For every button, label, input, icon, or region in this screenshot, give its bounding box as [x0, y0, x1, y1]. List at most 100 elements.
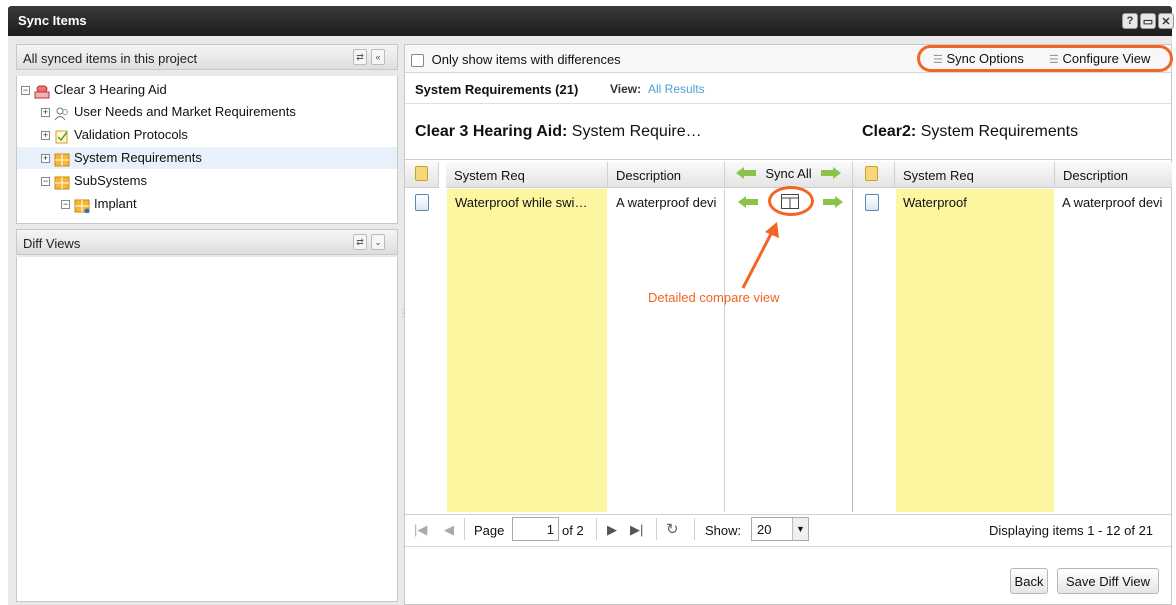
pager-divider	[656, 518, 657, 540]
collapse-icon[interactable]: −	[21, 86, 30, 96]
show-label: Show:	[705, 523, 742, 538]
only-diff-label: Only show items with differences	[431, 52, 621, 67]
diff-panel-header: Diff Views ⇄ ⌄	[16, 229, 398, 255]
chevron-down-icon[interactable]: ▼	[792, 518, 808, 540]
left-description-header[interactable]: Description	[608, 162, 725, 188]
tree-item-clear3[interactable]: − Clear 3 Hearing Aid	[21, 79, 167, 101]
tree-item-label: System Requirements	[74, 150, 202, 165]
close-icon[interactable]: ✕	[1158, 13, 1174, 29]
compare-view-icon[interactable]	[781, 194, 799, 212]
validation-icon	[54, 129, 70, 144]
tree-item-label: SubSystems	[74, 173, 147, 188]
left-select-header[interactable]	[405, 162, 439, 188]
select-all-icon	[865, 166, 878, 181]
expand-icon[interactable]: +	[41, 154, 50, 164]
pager-divider	[694, 518, 695, 540]
list-icon: ☰	[933, 54, 943, 66]
left-desc-cell[interactable]: A waterproof devi	[616, 195, 722, 210]
tree-item-label: Validation Protocols	[74, 127, 188, 142]
back-button[interactable]: Back	[1010, 568, 1048, 594]
next-page-icon[interactable]: ▶	[607, 522, 617, 538]
select-all-icon	[415, 166, 428, 181]
collapse-left-icon[interactable]: «	[371, 49, 385, 65]
pager-divider	[464, 518, 465, 540]
tree-item-label: User Needs and Market Requirements	[74, 104, 296, 119]
right-document-icon[interactable]	[865, 194, 879, 211]
configure-view-button[interactable]: ☰ Configure View	[1049, 51, 1150, 66]
sync-all-header[interactable]: Sync All	[725, 162, 853, 188]
right-desc-cell[interactable]: A waterproof devi	[1062, 195, 1172, 210]
sync-options-button[interactable]: ☰ Sync Options	[933, 51, 1024, 66]
refresh-icon[interactable]: ⇄	[353, 234, 367, 250]
annotation-arrow	[735, 222, 785, 295]
collapse-icon[interactable]: −	[41, 177, 50, 187]
expand-icon[interactable]: +	[41, 108, 50, 118]
left-project-name: Clear 3 Hearing Aid:	[415, 123, 568, 140]
displaying-status: Displaying items 1 - 12 of 21	[989, 523, 1154, 538]
user-needs-icon	[54, 106, 70, 120]
column-divider	[724, 189, 725, 512]
diff-panel-title: Diff Views	[23, 236, 81, 251]
tree-panel-title: All synced items in this project	[23, 51, 198, 66]
right-select-header[interactable]	[853, 162, 895, 188]
minimize-icon[interactable]: ▭	[1140, 13, 1156, 29]
expand-icon[interactable]: +	[41, 131, 50, 141]
tree-panel-header: All synced items in this project ⇄ «	[16, 44, 398, 70]
right-description-header[interactable]: Description	[1055, 162, 1172, 188]
right-project-doc: System Requirements	[916, 123, 1079, 140]
page-size-select[interactable]: 20 ▼	[751, 517, 809, 541]
window-titlebar: Sync Items ? ▭ ✕	[8, 6, 1174, 36]
panel-splitter[interactable]: ⋮	[398, 309, 408, 340]
right-project-heading: Clear2: System Requirements	[862, 123, 1078, 141]
page-label: Page	[474, 523, 505, 538]
project-tree: − Clear 3 Hearing Aid + User Needs and Mar…	[16, 76, 398, 224]
sync-left-arrow-icon[interactable]	[738, 196, 758, 211]
refresh-icon[interactable]: ↻	[666, 520, 679, 538]
subsystems-icon	[54, 175, 70, 190]
last-page-icon[interactable]: ▶|	[630, 522, 643, 538]
tree-item-label: Clear 3 Hearing Aid	[54, 82, 167, 97]
sync-right-arrow-icon[interactable]	[823, 196, 843, 211]
tree-item-implant[interactable]: − Implant	[61, 193, 137, 215]
save-diff-view-button[interactable]: Save Diff View	[1057, 568, 1159, 594]
left-project-heading: Clear 3 Hearing Aid: System Require…	[415, 123, 702, 141]
tree-item-subsystems[interactable]: − SubSystems	[41, 170, 147, 192]
annotation-text: Detailed compare view	[648, 290, 780, 305]
column-divider	[852, 189, 853, 512]
collapse-icon[interactable]: −	[61, 200, 70, 210]
view-filter-link[interactable]: All Results	[648, 82, 705, 96]
view-label: View:	[610, 82, 642, 96]
help-icon[interactable]: ?	[1122, 13, 1138, 29]
tree-item-validation[interactable]: + Validation Protocols	[41, 124, 188, 146]
left-project-doc: System Require…	[567, 123, 702, 140]
collapse-down-icon[interactable]: ⌄	[371, 234, 385, 250]
sync-right-arrow-icon	[821, 167, 842, 182]
diff-views-list	[16, 257, 398, 602]
right-sysreq-diff-highlight	[896, 189, 1054, 512]
section-title: System Requirements (21)	[415, 82, 579, 97]
pager-divider	[596, 518, 597, 540]
sync-all-label: Sync All	[765, 166, 812, 181]
implant-icon	[74, 198, 90, 214]
configure-view-label: Configure View	[1062, 51, 1151, 66]
tree-item-system-requirements[interactable]: + System Requirements	[17, 147, 397, 169]
page-number-input[interactable]: 1	[512, 517, 559, 541]
refresh-icon[interactable]: ⇄	[353, 49, 367, 65]
left-document-icon[interactable]	[415, 194, 429, 211]
right-sysreq-header[interactable]: System Req	[895, 162, 1055, 188]
only-diff-toggle[interactable]: Only show items with differences	[411, 52, 621, 68]
right-req-cell[interactable]: Waterproof	[903, 195, 967, 210]
page-size-value: 20	[757, 522, 772, 537]
right-project-name: Clear2:	[862, 123, 917, 140]
sync-left-arrow-icon	[735, 167, 756, 182]
only-diff-checkbox[interactable]	[411, 54, 424, 68]
tree-item-user-needs[interactable]: + User Needs and Market Requirements	[41, 101, 296, 123]
prev-page-icon[interactable]: ◀	[444, 522, 454, 538]
left-sysreq-header[interactable]: System Req	[446, 162, 608, 188]
project-icon	[34, 84, 50, 99]
page-count: of 2	[562, 523, 584, 538]
first-page-icon[interactable]: |◀	[414, 522, 427, 538]
window-title: Sync Items	[18, 13, 87, 28]
left-req-cell[interactable]: Waterproof while swi…	[455, 195, 587, 210]
requirements-icon	[54, 152, 70, 167]
